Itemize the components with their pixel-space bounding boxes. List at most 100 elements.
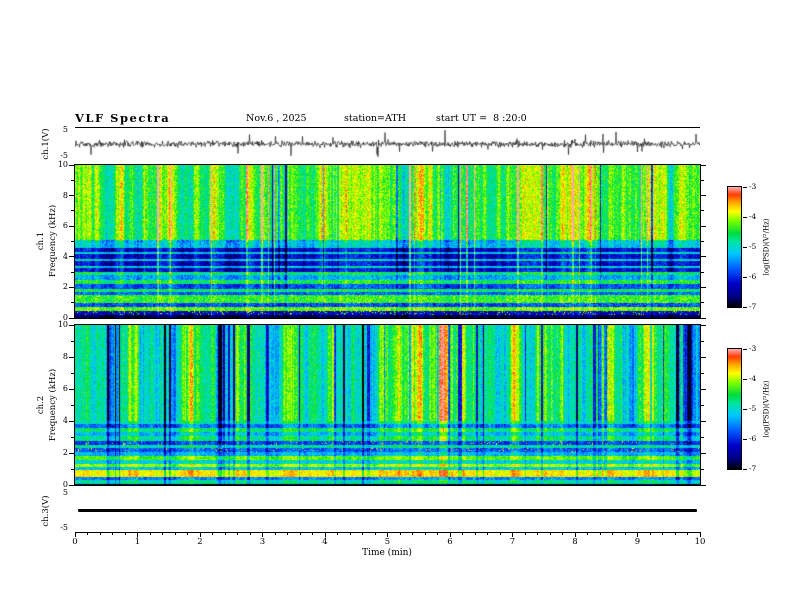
y-tick-label: 6 [62,384,68,393]
x-minor-tick [649,533,651,535]
y-tick-label: 2 [62,448,68,457]
x-minor-tick [124,533,126,535]
y-tick [69,388,74,390]
y-tick [69,452,74,454]
y-tick [69,195,74,197]
y-minor-tick [71,271,74,273]
x-minor-tick [162,533,163,535]
y-minor-tick [701,340,704,342]
y-tick-label: 6 [62,221,68,231]
y-tick [701,420,706,422]
y-tick-label: 8 [62,190,68,200]
y-minor-tick [701,404,704,406]
y-tick [69,164,74,166]
ch3-voltage-axis-label: ch.3(V) [40,495,51,527]
x-minor-tick [424,533,426,535]
y-tick [701,225,706,227]
x-tick-label: 8 [572,537,578,547]
ch3-flat-trace [78,509,697,512]
y-minor-tick [701,241,704,242]
x-minor-tick [412,533,413,535]
colorbar-tick [743,348,747,350]
y-minor-tick [71,340,74,342]
x-minor-tick [487,533,488,535]
x-minor-tick [599,533,601,535]
y-tick-label: 4 [62,416,68,425]
y-tick [69,324,74,326]
y-tick [701,195,706,197]
y-tick [69,225,74,227]
y-minor-tick [701,179,704,181]
x-minor-tick [312,533,313,535]
vlf-spectra-figure: VLF Spectra Nov.6 , 2025 station=ATH sta… [0,0,792,612]
y-tick-label: -5 [60,151,68,160]
x-minor-tick [624,533,626,535]
y-tick [69,286,74,288]
x-minor-tick [399,533,401,535]
y-tick [701,356,706,358]
ch2-spec-channel-label: ch.2 [35,395,46,415]
x-tick-label: 6 [447,537,453,547]
y-tick [701,452,706,454]
x-minor-tick [462,533,463,535]
x-tick-label: 2 [197,537,203,547]
y-tick [69,256,74,258]
y-minor-tick [701,372,704,374]
x-tick-label: 7 [509,537,516,547]
colorbar-tick-label: -3 [749,344,757,353]
x-minor-tick [187,533,188,535]
x-axis-title: Time (min) [362,548,412,558]
y-tick [69,484,74,486]
x-minor-tick [612,533,613,535]
x-minor-tick [562,533,563,535]
x-minor-tick [274,533,276,535]
y-tick-label: 5 [62,125,68,134]
x-minor-tick [174,533,176,535]
y-minor-tick [71,372,74,374]
x-tick-label: 1 [134,537,141,547]
y-tick [69,356,74,358]
x-minor-tick [662,533,663,535]
x-tick-label: 5 [384,537,391,547]
x-minor-tick [112,533,113,535]
y-minor-tick [71,468,74,470]
y-tick [69,420,74,422]
x-minor-tick [437,533,438,535]
x-minor-tick [374,533,376,535]
header-rule [75,127,700,128]
colorbar-tick [743,246,747,248]
y-tick-label: 4 [62,251,68,261]
ch1-voltage-axis-label: ch.1(V) [40,128,51,160]
y-minor-tick [701,468,704,470]
x-tick-label: 0 [72,537,78,547]
y-tick [701,286,706,288]
x-minor-tick [687,533,688,535]
colorbar-ch1 [727,186,742,308]
y-tick-label: 5 [62,488,68,497]
figure-date: Nov.6 , 2025 [246,113,307,124]
colorbar-tick-label: -6 [749,434,757,443]
y-tick [701,256,706,258]
y-minor-tick [701,271,704,273]
colorbar-tick-label: -5 [749,404,757,413]
x-minor-tick [587,533,588,535]
x-minor-tick [337,533,338,535]
x-minor-tick [224,533,226,535]
y-minor-tick [71,179,74,181]
colorbar-tick [743,216,747,218]
x-minor-tick [474,533,476,535]
x-minor-tick [287,533,288,535]
y-tick [701,484,706,486]
x-minor-tick [524,533,526,535]
x-axis-line [75,532,701,533]
x-minor-tick [549,533,551,535]
colorbar-tick [743,468,747,470]
y-minor-tick [701,436,704,438]
y-tick [701,317,706,319]
figure-start-ut: start UT = 8 :20:0 [436,113,527,124]
y-tick [69,317,74,319]
y-minor-tick [71,302,74,304]
ch2-spectrogram [74,324,701,486]
y-tick-label: 2 [62,282,68,292]
x-minor-tick [362,533,363,535]
